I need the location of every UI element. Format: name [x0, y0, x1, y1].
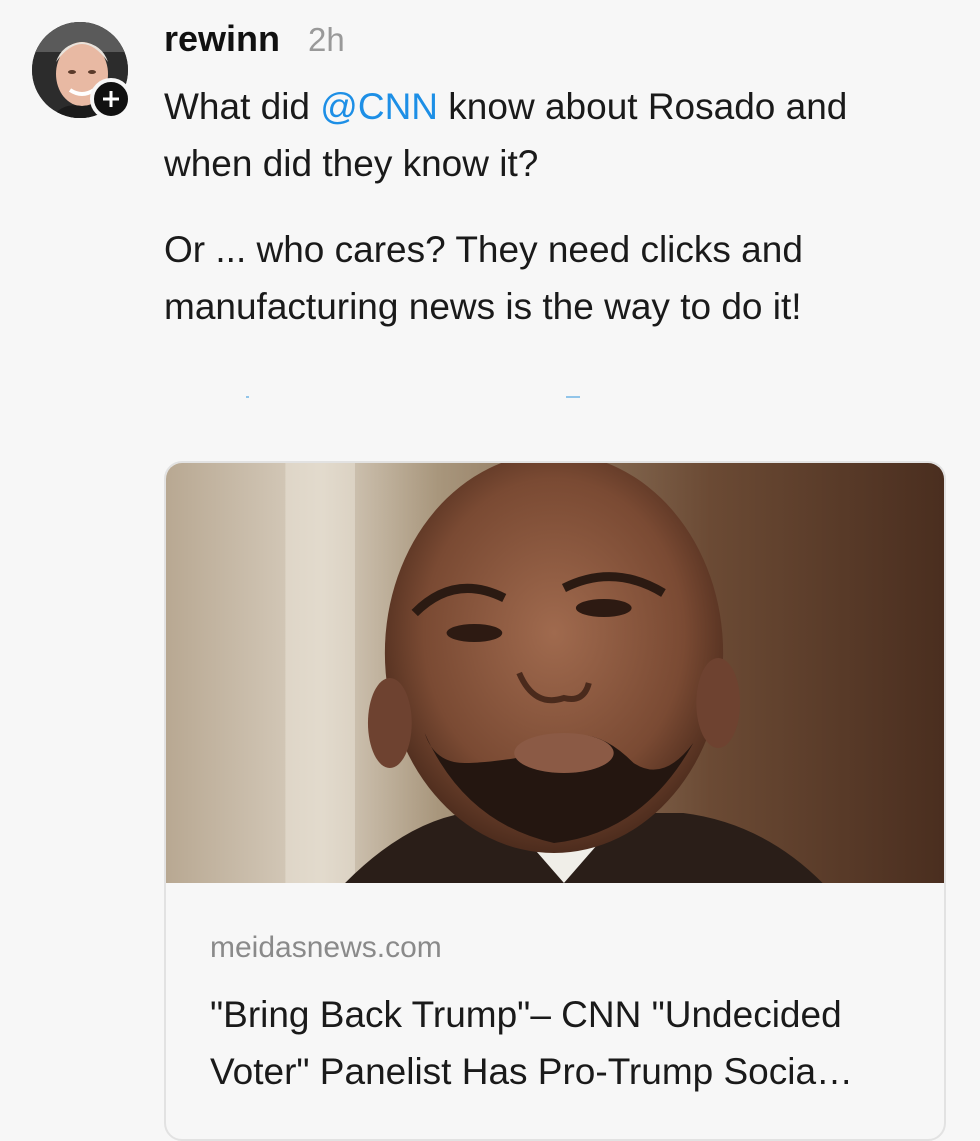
post-text-before-mention: What did — [164, 86, 321, 127]
post-body: What did @CNN know about Rosado and when… — [164, 78, 944, 335]
post-timestamp: 2h — [308, 21, 345, 58]
author-username[interactable]: rewinn — [164, 18, 280, 60]
author-avatar-container[interactable] — [32, 22, 132, 122]
link-preview-card[interactable]: meidasnews.com "Bring Back Trump"– CNN "… — [164, 461, 946, 1141]
follow-plus-button[interactable] — [90, 78, 132, 120]
stray-dot — [566, 396, 580, 398]
post-paragraph-1: What did @CNN know about Rosado and when… — [164, 78, 944, 192]
link-domain: meidasnews.com — [210, 931, 442, 964]
post-header: rewinn 2h — [164, 18, 345, 64]
stray-dot — [246, 396, 249, 398]
link-title-line-2: Voter" Panelist Has Pro-Trump Socia… — [210, 1051, 854, 1092]
link-title-line-1: "Bring Back Trump"– CNN "Undecided — [210, 994, 842, 1035]
post-paragraph-2: Or ... who cares? They need clicks and m… — [164, 229, 803, 327]
plus-icon — [103, 91, 119, 107]
mention-link[interactable]: @CNN — [320, 86, 438, 127]
link-title: "Bring Back Trump"– CNN "Undecided Voter… — [210, 986, 910, 1100]
article-photo — [166, 463, 944, 883]
